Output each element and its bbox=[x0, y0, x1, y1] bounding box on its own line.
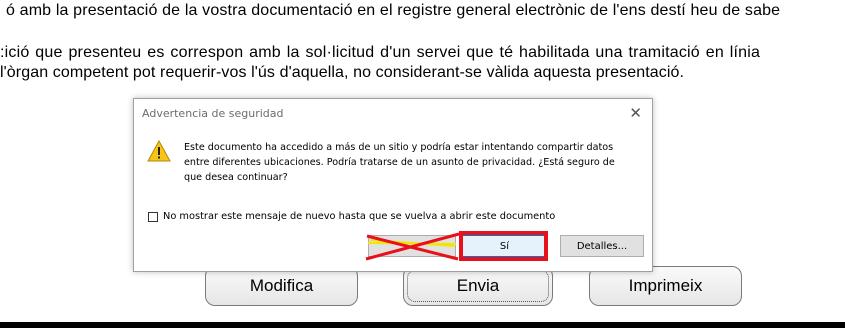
dialog-message: Este documento ha accedido a más de un s… bbox=[184, 142, 615, 183]
envia-button[interactable]: Envia bbox=[403, 266, 553, 306]
document-text-line-2: :ició que presenteu es correspon amb la … bbox=[0, 44, 761, 61]
dont-show-again-label: No mostrar este mensaje de nuevo hasta q… bbox=[163, 211, 556, 222]
close-icon[interactable]: ✕ bbox=[629, 104, 642, 122]
details-button[interactable]: Detalles... bbox=[560, 235, 644, 257]
imprimeix-button[interactable]: Imprimeix bbox=[589, 266, 742, 306]
highlight-box-annotation bbox=[459, 231, 548, 261]
dont-show-again-checkbox[interactable] bbox=[148, 211, 158, 222]
bottom-border bbox=[0, 322, 845, 328]
modifica-button[interactable]: Modifica bbox=[205, 266, 358, 306]
document-text-line-1: ó amb la presentació de la vostra docume… bbox=[6, 2, 781, 19]
warning-triangle-icon bbox=[147, 140, 171, 162]
dont-show-again-option[interactable]: No mostrar este mensaje de nuevo hasta q… bbox=[148, 211, 555, 222]
document-text-line-3: l'òrgan competent pot requerir-vos l'ús … bbox=[0, 64, 685, 81]
dialog-title: Advertencia de seguridad bbox=[142, 107, 284, 120]
strike-cross-annotation bbox=[365, 232, 460, 261]
